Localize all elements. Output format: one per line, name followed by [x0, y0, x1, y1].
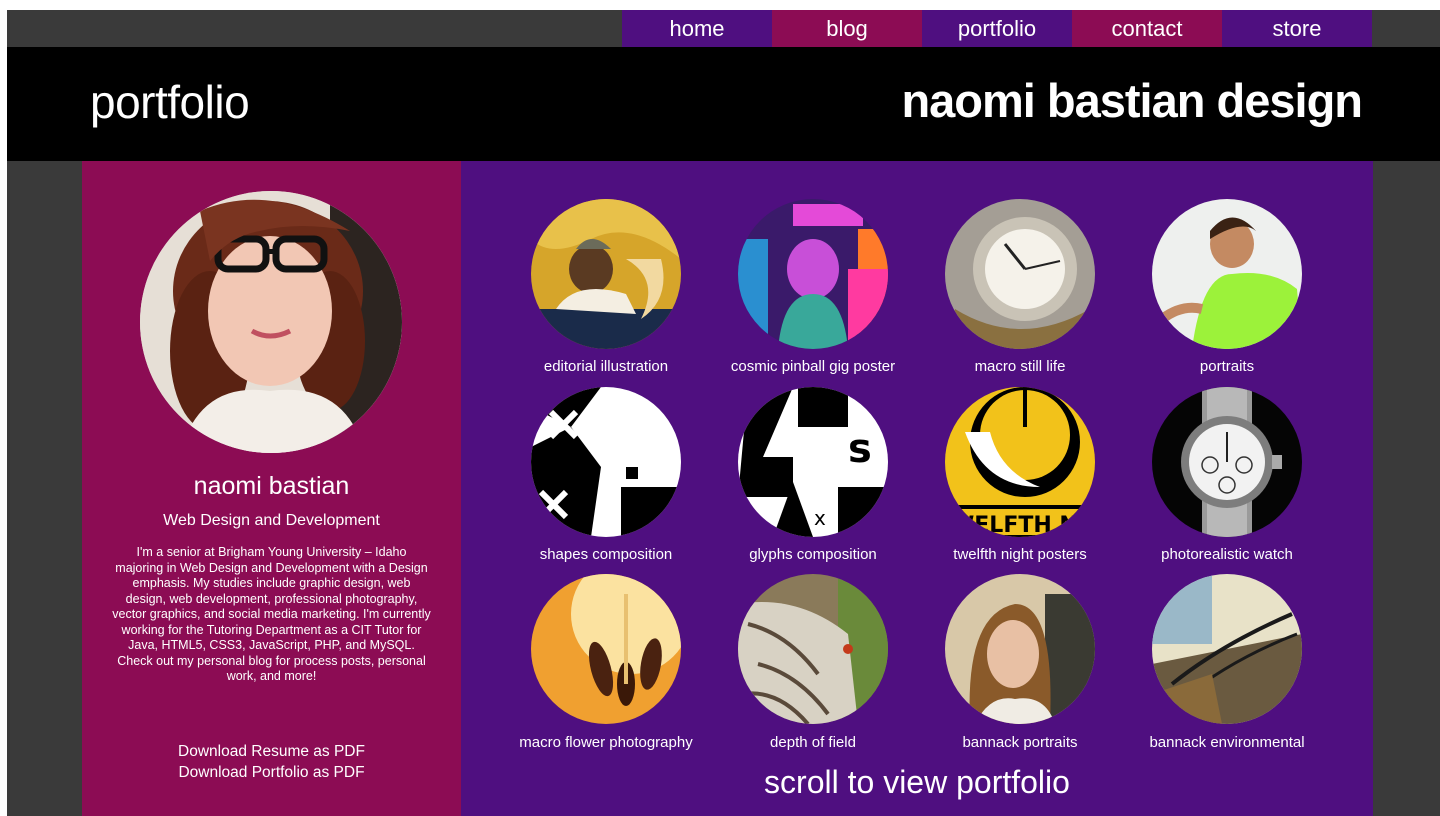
- thumb-bannack-portraits[interactable]: [945, 574, 1095, 724]
- profile-role: Web Design and Development: [163, 512, 380, 529]
- thumb-macro-still-life[interactable]: [945, 199, 1095, 349]
- caption-macro-still-life[interactable]: macro still life: [910, 358, 1130, 375]
- download-portfolio-link[interactable]: Download Portfolio as PDF: [82, 764, 461, 782]
- portfolio-panel: editorial illustration cosmic pinball gi…: [461, 161, 1373, 816]
- caption-macro-flower-photography[interactable]: macro flower photography: [496, 734, 716, 751]
- svg-text:s: s: [848, 426, 872, 472]
- nav-home[interactable]: home: [622, 10, 772, 47]
- avatar: [140, 191, 402, 453]
- scroll-hint: scroll to view portfolio: [764, 764, 1070, 800]
- thumb-shapes-composition[interactable]: [531, 387, 681, 537]
- caption-depth-of-field[interactable]: depth of field: [703, 734, 923, 751]
- profile-bio: I'm a senior at Brigham Young University…: [112, 545, 431, 683]
- thumb-cosmic-pinball-gig-poster[interactable]: [738, 199, 888, 349]
- avatar-photo: [140, 191, 402, 453]
- thumb-depth-of-field[interactable]: [738, 574, 888, 724]
- nav-store[interactable]: store: [1222, 10, 1372, 47]
- site-title[interactable]: naomi bastian design: [901, 73, 1363, 128]
- caption-shapes-composition[interactable]: shapes composition: [496, 546, 716, 563]
- main-nav: home blog portfolio contact store: [622, 10, 1372, 47]
- caption-editorial-illustration[interactable]: editorial illustration: [496, 358, 716, 375]
- caption-photorealistic-watch[interactable]: photorealistic watch: [1117, 546, 1337, 563]
- caption-twelfth-night-posters[interactable]: twelfth night posters: [910, 546, 1130, 563]
- nav-contact[interactable]: contact: [1072, 10, 1222, 47]
- caption-glyphs-composition[interactable]: glyphs composition: [703, 546, 923, 563]
- thumb-twelfth-night-posters[interactable]: WELFTH NIGH: [945, 387, 1095, 537]
- profile-panel: naomi bastian Web Design and Development…: [82, 161, 461, 816]
- thumb-photorealistic-watch[interactable]: [1152, 387, 1302, 537]
- profile-name: naomi bastian: [193, 472, 350, 500]
- svg-text:WELFTH NIGH: WELFTH NIGH: [950, 513, 1095, 537]
- nav-blog[interactable]: blog: [772, 10, 922, 47]
- caption-portraits[interactable]: portraits: [1117, 358, 1337, 375]
- nav-portfolio[interactable]: portfolio: [922, 10, 1072, 47]
- thumb-bannack-environmental[interactable]: [1152, 574, 1302, 724]
- thumb-portraits[interactable]: [1152, 199, 1302, 349]
- svg-text:x: x: [814, 506, 826, 530]
- thumb-glyphs-composition[interactable]: s x: [738, 387, 888, 537]
- caption-bannack-portraits[interactable]: bannack portraits: [910, 734, 1130, 751]
- thumb-editorial-illustration[interactable]: [531, 199, 681, 349]
- site-header: portfolio naomi bastian design: [7, 47, 1440, 161]
- caption-cosmic-pinball-gig-poster[interactable]: cosmic pinball gig poster: [703, 358, 923, 375]
- download-resume-link[interactable]: Download Resume as PDF: [82, 743, 461, 761]
- page-frame: home blog portfolio contact store portfo…: [7, 10, 1440, 816]
- thumb-macro-flower-photography[interactable]: [531, 574, 681, 724]
- caption-bannack-environmental[interactable]: bannack environmental: [1117, 734, 1337, 751]
- page-title: portfolio: [90, 76, 250, 128]
